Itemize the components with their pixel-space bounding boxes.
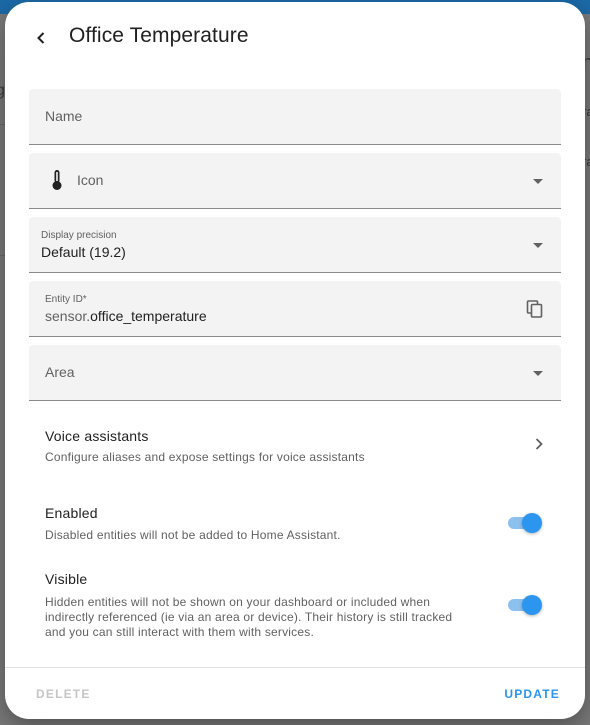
- chevron-down-icon: [533, 179, 543, 184]
- visible-toggle[interactable]: [506, 593, 544, 617]
- display-precision-select[interactable]: Display precision Default (19.2): [29, 217, 561, 273]
- enabled-description: Disabled entities will not be added to H…: [45, 528, 341, 542]
- chevron-down-icon: [533, 371, 543, 376]
- toggle-knob: [522, 595, 542, 615]
- chevron-right-icon: [535, 438, 543, 450]
- area-select[interactable]: Area: [29, 345, 561, 401]
- footer-divider: [5, 667, 585, 668]
- visible-description-line: and you can still interact with them wit…: [45, 625, 314, 639]
- entity-settings-dialog: Office Temperature Name Icon Display pre…: [5, 2, 585, 719]
- chevron-down-icon: [533, 243, 543, 248]
- visible-title: Visible: [45, 571, 88, 587]
- entity-id-prefix: sensor.: [45, 308, 91, 324]
- update-button[interactable]: UPDATE: [504, 687, 560, 701]
- voice-assistants-row[interactable]: Voice assistants Configure aliases and e…: [29, 414, 561, 470]
- enabled-row: Enabled Disabled entities will not be ad…: [29, 498, 561, 548]
- visible-row: Visible Hidden entities will not be show…: [29, 564, 561, 644]
- delete-button[interactable]: DELETE: [36, 687, 91, 701]
- name-placeholder: Name: [45, 108, 83, 124]
- thermometer-icon: [52, 170, 62, 190]
- toggle-knob: [522, 513, 542, 533]
- copy-icon[interactable]: [525, 299, 545, 319]
- icon-picker-field[interactable]: Icon: [29, 153, 561, 209]
- entity-id-label: Entity ID*: [45, 294, 87, 305]
- back-button[interactable]: [27, 24, 55, 52]
- name-field[interactable]: Name: [29, 89, 561, 145]
- entity-id-value: office_temperature: [90, 308, 207, 324]
- enabled-toggle[interactable]: [506, 511, 544, 535]
- visible-description-line: Hidden entities will not be shown on you…: [45, 595, 431, 609]
- display-precision-value: Default (19.2): [41, 244, 126, 260]
- visible-description-line: indirectly referenced (ie via an area or…: [45, 610, 453, 624]
- voice-assistants-title: Voice assistants: [45, 428, 149, 444]
- voice-assistants-description: Configure aliases and expose settings fo…: [45, 450, 365, 464]
- enabled-title: Enabled: [45, 505, 98, 521]
- entity-id-field[interactable]: Entity ID* sensor.office_temperature: [29, 281, 561, 337]
- dialog-title: Office Temperature: [69, 24, 249, 47]
- dialog-header: Office Temperature: [5, 2, 585, 74]
- icon-placeholder: Icon: [77, 172, 104, 188]
- chevron-left-icon: [37, 32, 45, 44]
- area-placeholder: Area: [45, 364, 75, 380]
- display-precision-label: Display precision: [41, 230, 117, 241]
